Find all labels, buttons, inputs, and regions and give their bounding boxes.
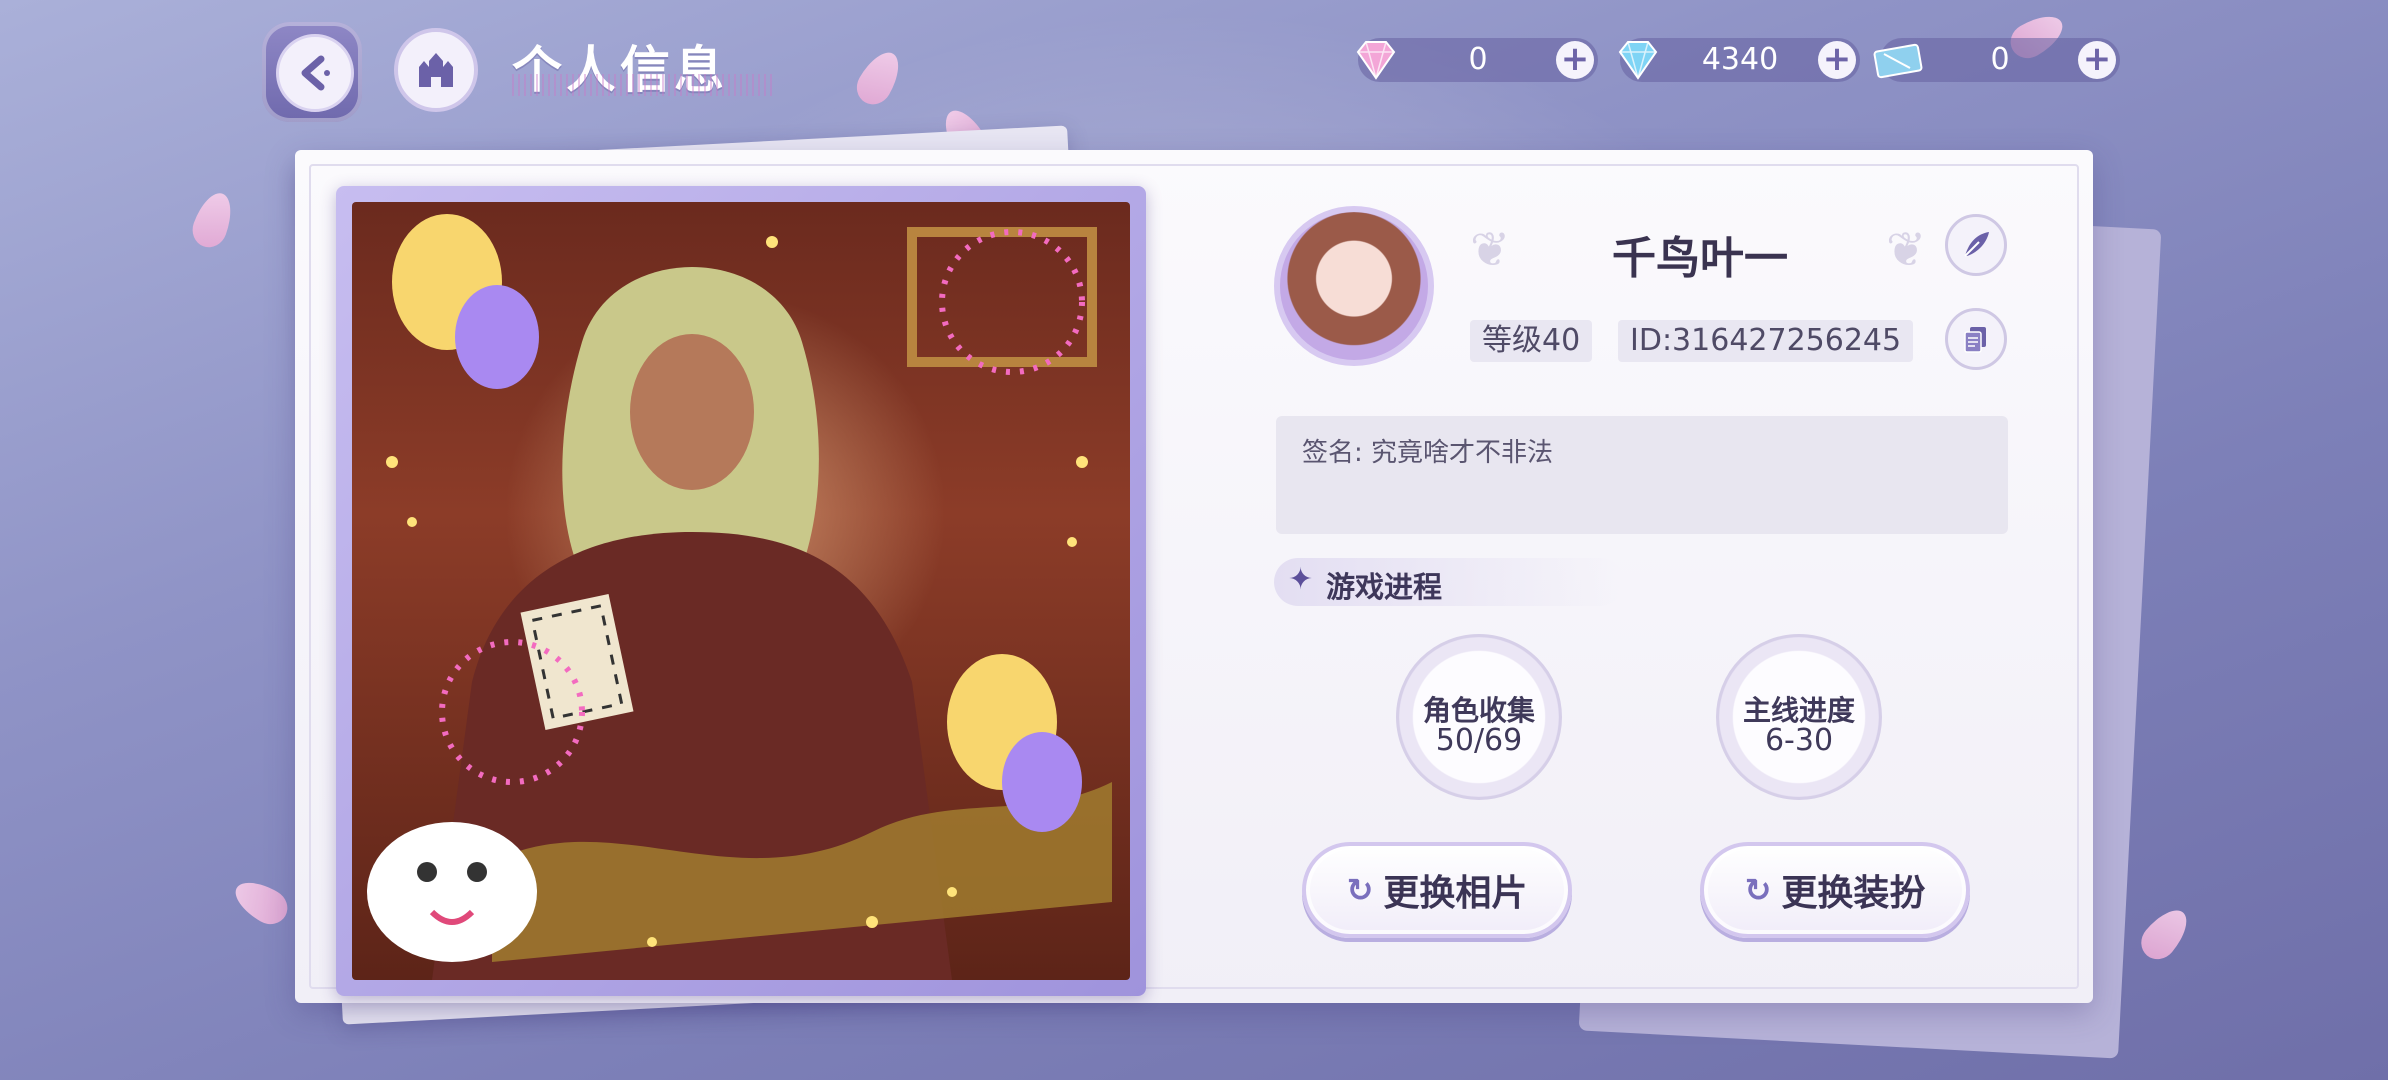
add-pink-diamond-button[interactable]: + xyxy=(1556,41,1594,79)
refresh-icon: ↻ xyxy=(1346,871,1374,909)
section-title: 游戏进程 xyxy=(1326,570,1443,604)
medal-value: 6-30 xyxy=(1764,723,1834,758)
level-badge: 等级40 xyxy=(1470,320,1593,362)
sparkle-icon: ✦ xyxy=(1288,562,1314,597)
edit-name-button[interactable] xyxy=(1945,214,2007,276)
castle-home-icon xyxy=(419,53,453,87)
laurel-right-icon: ❦ xyxy=(1886,222,1927,278)
game-progress-header: ✦ 游戏进程 xyxy=(1274,558,1624,606)
change-outfit-button[interactable]: ↻ 更换装扮 xyxy=(1700,842,1970,938)
signature-text: 究竟啥才不非法 xyxy=(1371,438,1554,468)
blue-diamond-icon xyxy=(1618,41,1658,80)
back-arrow-icon xyxy=(276,34,354,112)
copy-document-icon xyxy=(1964,327,1986,353)
main-story-progress-medal[interactable]: 主线进度 6-30 xyxy=(1716,634,1882,800)
refresh-icon: ↻ xyxy=(1744,871,1772,909)
top-bar: 个人信息 0 + 4340 + 0 + xyxy=(0,0,2388,122)
currency-value: 0 xyxy=(1468,42,1488,77)
character-photo xyxy=(352,202,1130,980)
button-label: 更换装扮 xyxy=(1781,872,1926,914)
feather-quill-icon xyxy=(1964,232,1989,257)
copy-id-button[interactable] xyxy=(1945,308,2007,370)
currency-value: 4340 xyxy=(1701,42,1779,77)
player-avatar[interactable] xyxy=(1274,206,1434,366)
back-button[interactable] xyxy=(262,22,362,122)
player-name: 千鸟叶一 xyxy=(1612,233,1788,284)
change-photo-button[interactable]: ↻ 更换相片 xyxy=(1302,842,1572,938)
signature-box[interactable]: 签名: 究竟啥才不非法 xyxy=(1276,416,2008,534)
petal-decoration xyxy=(187,187,239,253)
pink-diamond-icon xyxy=(1356,41,1396,80)
signature-label: 签名: xyxy=(1302,438,1363,468)
currency-ticket: 0 + xyxy=(1873,38,2120,82)
profile-photo-card[interactable] xyxy=(336,186,1146,996)
player-id: ID:316427256245 xyxy=(1618,320,1914,362)
signature-line: 签名: 究竟啥才不非法 xyxy=(1302,432,1553,469)
button-label: 更换相片 xyxy=(1383,872,1528,914)
currency-pink-diamond: 0 + xyxy=(1356,38,1598,82)
home-button[interactable] xyxy=(394,28,478,112)
character-collection-medal[interactable]: 角色收集 50/69 xyxy=(1396,634,1562,800)
medal-value: 50/69 xyxy=(1435,723,1523,758)
add-blue-diamond-button[interactable]: + xyxy=(1818,41,1856,79)
ticket-icon xyxy=(1873,43,1923,79)
currency-blue-diamond: 4340 + xyxy=(1618,38,1860,82)
add-ticket-button[interactable]: + xyxy=(2078,41,2116,79)
petal-decoration xyxy=(228,873,294,931)
currency-value: 0 xyxy=(1990,42,2010,77)
petal-decoration xyxy=(2133,901,2197,967)
title-decoration xyxy=(512,74,772,96)
